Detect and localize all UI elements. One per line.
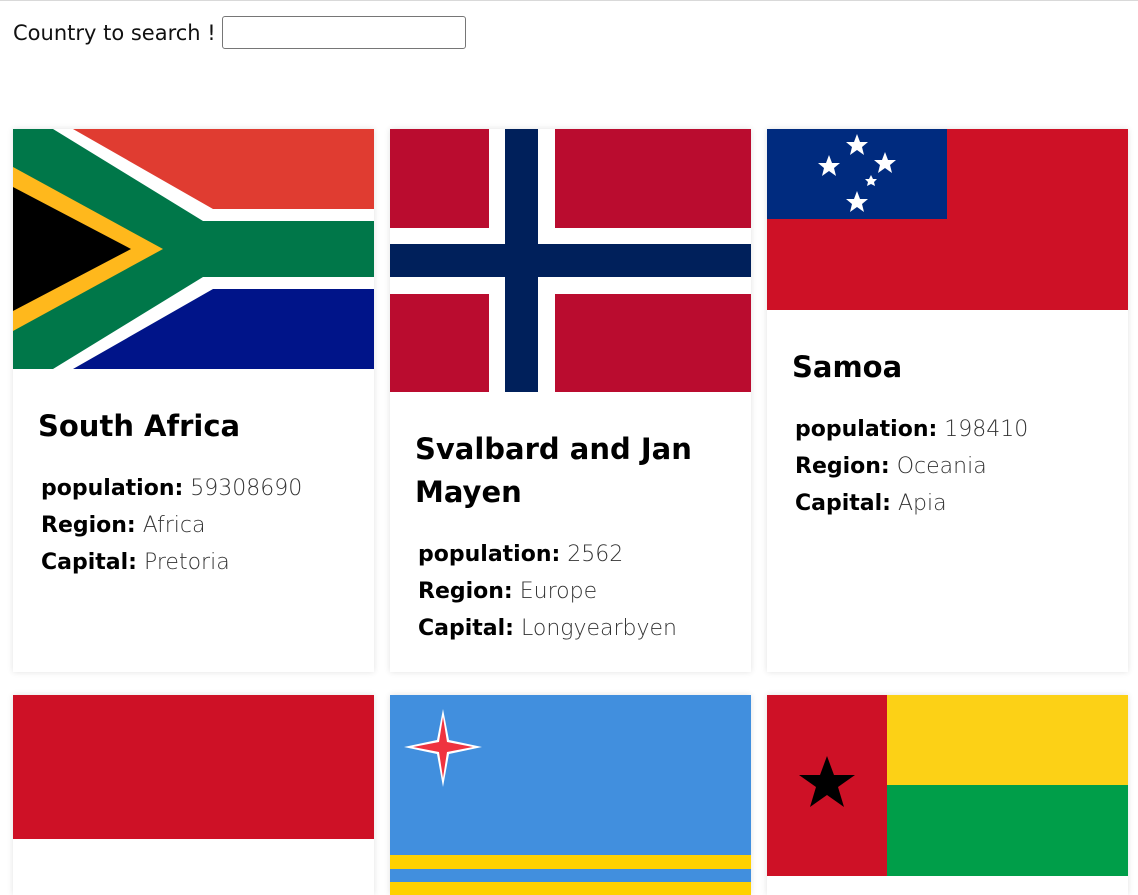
capital-label: Capital: <box>418 616 514 641</box>
population-line: population: 198410 <box>795 411 1103 448</box>
capital-label: Capital: <box>41 550 137 575</box>
country-card[interactable] <box>13 695 374 895</box>
indonesia-flag-icon <box>13 695 374 895</box>
country-card-samoa[interactable]: Samoa population: 198410 Region: Oceania… <box>767 129 1128 672</box>
population-line: population: 59308690 <box>41 470 349 507</box>
capital-label: Capital: <box>795 491 891 516</box>
population-line: population: 2562 <box>418 536 726 573</box>
region-label: Region: <box>795 454 890 479</box>
capital-value: Longyearbyen <box>520 616 678 641</box>
population-value: 198410 <box>944 417 1029 442</box>
search-label: Country to search ! <box>13 20 216 45</box>
population-value: 59308690 <box>190 476 303 501</box>
region-label: Region: <box>41 513 136 538</box>
south-africa-flag-icon <box>13 129 374 369</box>
country-card[interactable] <box>390 695 751 895</box>
aruba-flag-icon <box>390 695 751 895</box>
region-value: Africa <box>142 513 206 538</box>
capital-line: Capital: Apia <box>795 485 1103 522</box>
country-search-input[interactable] <box>221 16 466 49</box>
capital-line: Capital: Pretoria <box>41 544 349 581</box>
population-label: population: <box>795 417 938 442</box>
region-value: Europe <box>519 579 598 604</box>
country-name: Samoa <box>792 350 903 384</box>
region-label: Region: <box>418 579 513 604</box>
country-card-south-africa[interactable]: South Africa population: 59308690 Region… <box>13 129 374 672</box>
population-value: 2562 <box>567 542 624 567</box>
card-body: Samoa population: 198410 Region: Oceania… <box>767 310 1128 542</box>
country-name: Svalbard and Jan Mayen <box>415 432 692 509</box>
country-card-svalbard-jan-mayen[interactable]: Svalbard and Jan Mayen population: 2562 … <box>390 129 751 672</box>
region-value: Oceania <box>896 454 987 479</box>
population-label: population: <box>418 542 561 567</box>
guinea-bissau-flag-icon <box>767 695 1128 876</box>
search-bar: Country to search ! <box>13 14 466 51</box>
card-body: South Africa population: 59308690 Region… <box>13 369 374 601</box>
capital-value: Apia <box>897 491 947 516</box>
capital-value: Pretoria <box>143 550 230 575</box>
country-grid: South Africa population: 59308690 Region… <box>13 129 1128 895</box>
top-border <box>0 0 1138 1</box>
svalbard-jan-mayen-flag-icon <box>390 129 751 392</box>
country-name: South Africa <box>38 409 241 443</box>
capital-line: Capital: Longyearbyen <box>418 610 726 647</box>
region-line: Region: Africa <box>41 507 349 544</box>
region-line: Region: Oceania <box>795 448 1103 485</box>
samoa-flag-icon <box>767 129 1128 310</box>
population-label: population: <box>41 476 184 501</box>
region-line: Region: Europe <box>418 573 726 610</box>
card-body: Svalbard and Jan Mayen population: 2562 … <box>390 392 751 667</box>
country-card[interactable] <box>767 695 1128 895</box>
